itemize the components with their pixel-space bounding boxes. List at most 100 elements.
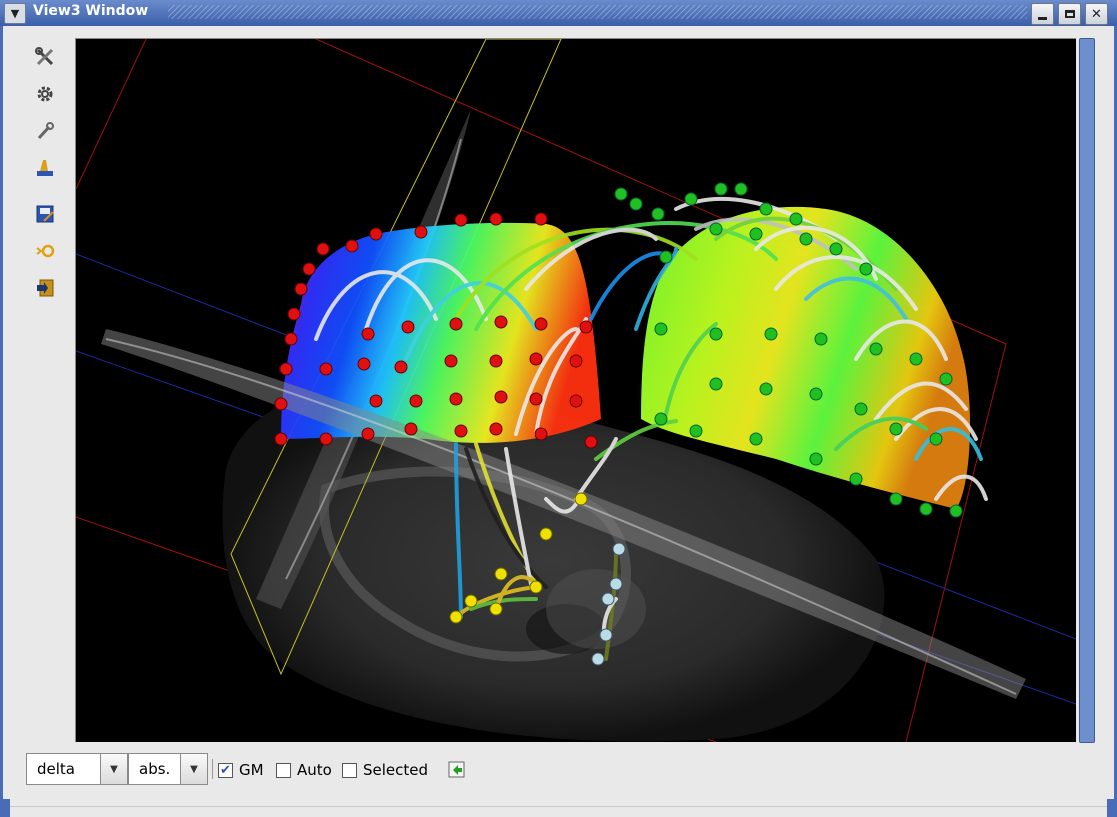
tool-button-wrench[interactable] <box>32 118 58 144</box>
electrode-red <box>274 432 288 446</box>
electrode-green <box>734 182 748 196</box>
electrode-yellow <box>489 602 503 616</box>
electrode-green <box>869 342 883 356</box>
electrode-red <box>444 354 458 368</box>
electrode-red <box>494 390 508 404</box>
mode-select-value: delta <box>37 760 75 778</box>
electrode-red <box>489 354 503 368</box>
electrode-green <box>764 327 778 341</box>
window-title: View3 Window <box>33 3 149 19</box>
minimize-button[interactable] <box>1031 3 1054 25</box>
tool-button-settings[interactable] <box>32 81 58 107</box>
chevron-down-icon[interactable]: ▼ <box>180 754 207 784</box>
electrode-lightblue <box>612 542 626 556</box>
electrode-red <box>316 242 330 256</box>
electrode-green <box>629 197 643 211</box>
auto-checkbox-box[interactable] <box>276 762 291 778</box>
electrode-red <box>449 317 463 331</box>
selected-checkbox-label: Selected <box>363 761 429 779</box>
electrode-yellow <box>529 580 543 594</box>
view-controls-bar: delta ▼ abs. ▼ ✔ GM Auto Selected <box>26 753 1086 787</box>
electrode-red <box>529 392 543 406</box>
mode-select[interactable]: delta ▼ <box>26 753 128 785</box>
maximize-button[interactable] <box>1058 3 1081 25</box>
gm-checkbox-label: GM <box>239 761 264 779</box>
electrode-red <box>401 320 415 334</box>
chevron-down-icon[interactable]: ▼ <box>100 754 127 784</box>
electrode-red <box>494 315 508 329</box>
electrode-red <box>534 427 548 441</box>
electrode-green <box>919 502 933 516</box>
electrode-green <box>859 262 873 276</box>
electrode-green <box>709 377 723 391</box>
wrench-icon <box>37 122 54 140</box>
window-menu-button[interactable]: ▼ <box>4 3 26 24</box>
vertical-scrollbar[interactable] <box>1079 38 1095 743</box>
selected-checkbox-box[interactable] <box>342 762 357 778</box>
electrode-green <box>929 432 943 446</box>
close-button[interactable]: ✕ <box>1085 3 1108 25</box>
electrode-green <box>749 432 763 446</box>
resize-corner-right[interactable] <box>1107 799 1117 817</box>
separator <box>212 759 213 779</box>
window-border-bottom[interactable] <box>0 806 1117 817</box>
scale-select-value: abs. <box>139 760 171 778</box>
gm-checkbox-box[interactable]: ✔ <box>218 762 233 778</box>
electrode-lightblue <box>591 652 605 666</box>
tools-icon <box>35 47 54 66</box>
resize-corner-left[interactable] <box>0 799 10 817</box>
tool-button-brush[interactable] <box>32 155 58 181</box>
electrode-red <box>361 427 375 441</box>
electrode-red <box>279 362 293 376</box>
electrode-green <box>654 322 668 336</box>
settings-gear-icon <box>37 86 53 102</box>
electrode-green <box>759 202 773 216</box>
electrode-green <box>909 352 923 366</box>
tool-button-export[interactable] <box>32 275 58 301</box>
title-bar: ▼ View3 Window ✕ <box>0 0 1117 27</box>
electrode-yellow <box>574 492 588 506</box>
electrode-green <box>809 387 823 401</box>
tool-button-snapshot[interactable] <box>32 201 58 227</box>
auto-checkbox-label: Auto <box>297 761 332 779</box>
electrode-green <box>659 250 673 264</box>
title-bar-drag-area[interactable] <box>168 5 1027 19</box>
electrode-red <box>489 212 503 226</box>
minimize-icon <box>1038 16 1047 20</box>
electrode-green <box>689 424 703 438</box>
electrode-red <box>534 317 548 331</box>
electrode-green <box>709 327 723 341</box>
electrode-red <box>274 397 288 411</box>
electrode-yellow <box>464 594 478 608</box>
electrode-red <box>369 227 383 241</box>
gm-checkbox[interactable]: ✔ GM <box>218 761 264 779</box>
electrode-green <box>799 232 813 246</box>
3d-viewport[interactable] <box>75 38 1076 742</box>
scale-select[interactable]: abs. ▼ <box>128 753 208 785</box>
electrode-red <box>319 432 333 446</box>
auto-checkbox[interactable]: Auto <box>276 761 332 779</box>
electrode-red <box>454 424 468 438</box>
electrode-green <box>889 492 903 506</box>
electrode-green <box>814 332 828 346</box>
tool-button-record[interactable] <box>32 238 58 264</box>
electrode-red <box>319 362 333 376</box>
electrode-red <box>369 394 383 408</box>
electrode-green <box>789 212 803 226</box>
selected-checkbox[interactable]: Selected <box>342 761 428 779</box>
electrode-green <box>939 372 953 386</box>
electrode-green <box>849 472 863 486</box>
electrode-green <box>829 242 843 256</box>
electrode-red <box>454 213 468 227</box>
electrode-red <box>345 239 359 253</box>
electrode-red <box>357 357 371 371</box>
apply-button[interactable] <box>447 760 467 780</box>
electrode-red <box>584 435 598 449</box>
apply-arrow-icon <box>448 761 465 778</box>
electrode-red <box>404 422 418 436</box>
electrode-lightblue <box>609 577 623 591</box>
record-icon <box>36 244 55 258</box>
electrode-green <box>651 207 665 221</box>
tool-button-tools[interactable] <box>32 44 58 70</box>
window-border-left[interactable] <box>0 26 3 817</box>
